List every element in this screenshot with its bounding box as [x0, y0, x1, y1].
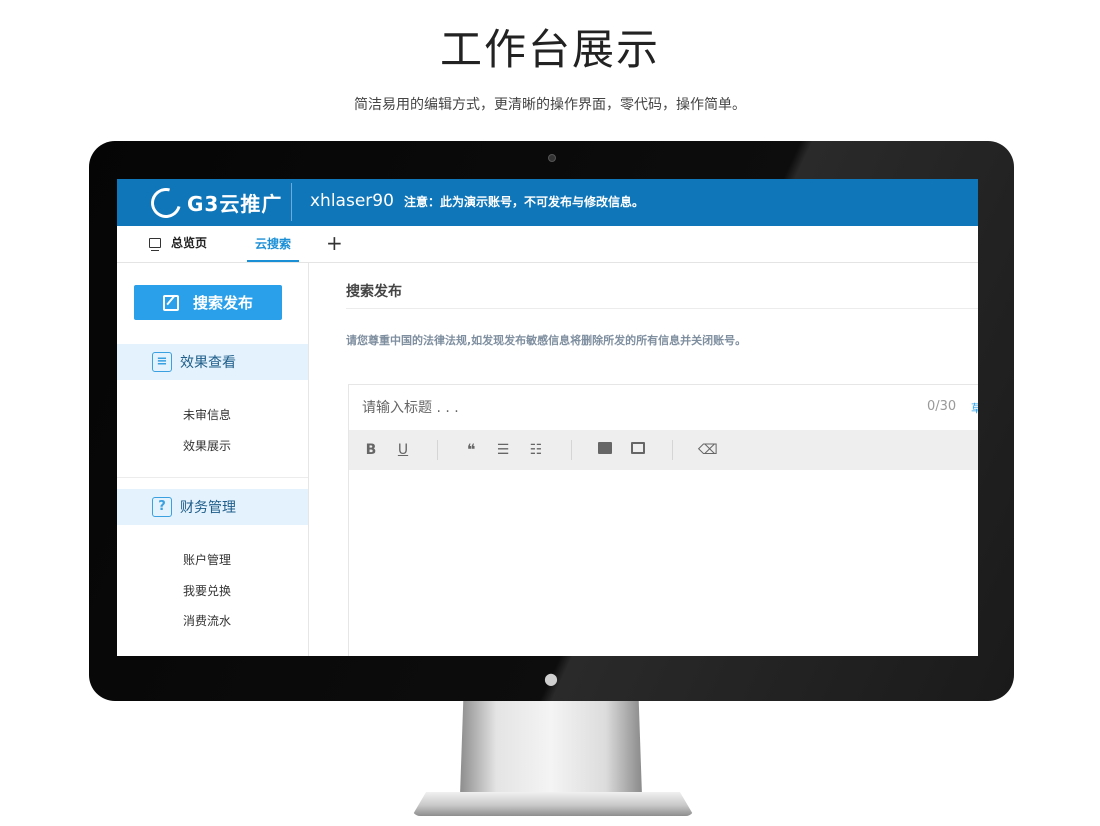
sidebar-section-label: 效果查看 [180, 355, 236, 371]
brand-name: G3云推广 [187, 192, 283, 216]
ordered-list-icon[interactable]: ☷ [527, 441, 545, 459]
username: xhlaser90 [310, 191, 394, 211]
document-search-icon: ≡ [152, 352, 172, 372]
tab-overview[interactable]: 总览页 [149, 226, 207, 260]
sidebar-divider [117, 477, 308, 478]
toolbar-separator [571, 440, 572, 460]
unordered-list-icon[interactable]: ☰ [495, 441, 511, 459]
sidebar-section-finance[interactable]: ? 财务管理 [117, 489, 308, 525]
main-title: 搜索发布 [346, 284, 402, 300]
screen: G3云推广 xhlaser90 注意：此为演示账号，不可发布与修改信息。 总览页… [117, 179, 978, 656]
toolbar-separator [437, 440, 438, 460]
header-divider [291, 183, 292, 221]
editor-toolbar: B U ❝ ☰ ☷ ⌫ [349, 430, 978, 470]
title-divider [346, 308, 978, 309]
page-title: 工作台展示 [439, 25, 660, 74]
quote-icon[interactable]: ❝ [462, 441, 480, 459]
demo-notice: 注意：此为演示账号，不可发布与修改信息。 [404, 195, 645, 209]
monitor-base [412, 792, 694, 816]
clear-format-icon[interactable]: ⌫ [698, 441, 718, 459]
sidebar-item-effect-display[interactable]: 效果展示 [183, 438, 231, 454]
image-icon[interactable] [597, 441, 613, 459]
app-header: G3云推广 xhlaser90 注意：此为演示账号，不可发布与修改信息。 [117, 179, 978, 226]
toolbar-separator [672, 440, 673, 460]
main-content: 搜索发布 请您尊重中国的法律法规,如发现发布敏感信息将删除所发的所有信息并关闭账… [309, 263, 978, 656]
sidebar-section-label: 财务管理 [180, 500, 236, 516]
camera-icon [548, 154, 556, 162]
apple-logo-icon: ● [544, 669, 558, 688]
underline-button[interactable]: U [395, 441, 411, 459]
brand-mark-icon [145, 182, 187, 223]
sidebar-section-effect[interactable]: ≡ 效果查看 [117, 344, 308, 380]
monitor-stand [460, 690, 642, 796]
bold-button[interactable]: B [363, 441, 379, 459]
add-tab-button[interactable]: + [326, 226, 343, 260]
question-icon: ? [152, 497, 172, 517]
title-input[interactable] [349, 385, 978, 430]
video-icon[interactable] [630, 441, 646, 459]
brand-logo[interactable]: G3云推广 [145, 182, 283, 223]
char-count: 0/30 [927, 399, 957, 414]
sidebar-item-spending[interactable]: 消费流水 [183, 613, 231, 629]
page-subtitle: 简洁易用的编辑方式，更清晰的操作界面，零代码，操作简单。 [354, 97, 746, 113]
tab-bar: 总览页 云搜索 + [117, 226, 978, 263]
monitor-icon [149, 238, 161, 251]
tab-label: 总览页 [171, 236, 208, 250]
law-notice: 请您尊重中国的法律法规,如发现发布敏感信息将删除所发的所有信息并关闭账号。 [346, 334, 747, 347]
edit-icon [162, 294, 179, 311]
rich-text-editor: 0/30 草 B U ❝ ☰ ☷ ⌫ [348, 384, 978, 656]
sidebar-item-pending[interactable]: 未审信息 [183, 407, 231, 423]
search-publish-button[interactable]: 搜索发布 [134, 285, 282, 320]
sidebar-item-account[interactable]: 账户管理 [183, 552, 231, 568]
char-count-extra: 草 [971, 402, 978, 415]
sidebar-item-exchange[interactable]: 我要兑换 [183, 583, 231, 599]
tab-cloud-search[interactable]: 云搜索 [247, 226, 299, 262]
search-publish-label: 搜索发布 [192, 294, 253, 312]
editor-body[interactable] [349, 470, 978, 656]
sidebar: 搜索发布 ≡ 效果查看 未审信息 效果展示 ? 财务管理 账户管理 我要兑换 消… [117, 263, 309, 656]
